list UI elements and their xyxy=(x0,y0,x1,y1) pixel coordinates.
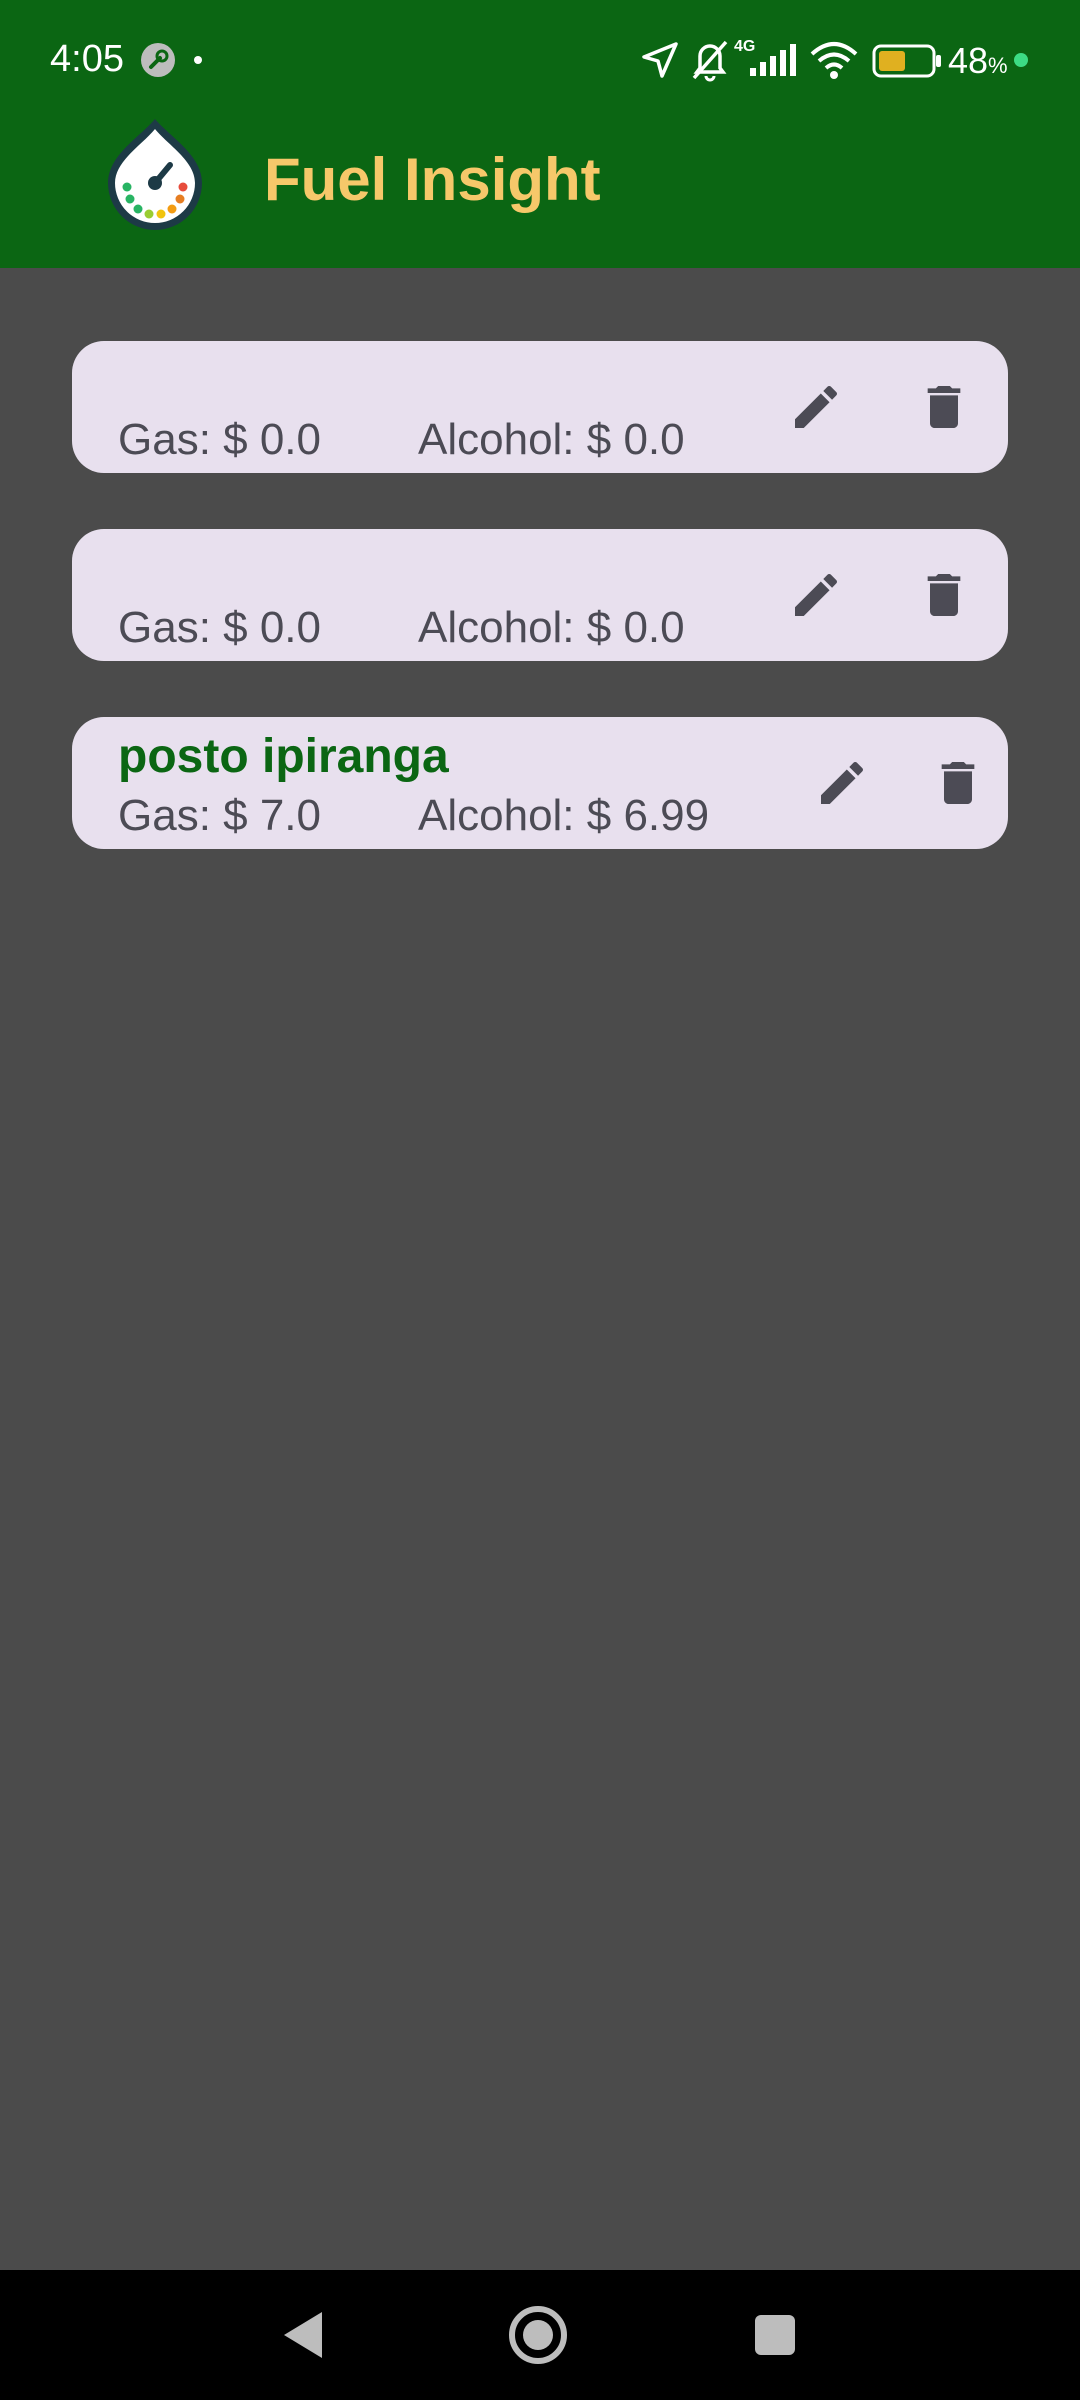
alcohol-price: Alcohol: $ 0.0 xyxy=(418,603,685,652)
station-card[interactable]: Gas: $ 0.0 Alcohol: $ 0.0 xyxy=(72,529,1008,661)
home-button[interactable] xyxy=(503,2300,573,2370)
bell-off-icon xyxy=(692,40,728,82)
app-bar: 4:05 4G 48% Fuel Insight xyxy=(0,0,1080,268)
station-card[interactable]: posto ipiranga Gas: $ 7.0 Alcohol: $ 6.9… xyxy=(72,717,1008,849)
trash-icon xyxy=(927,386,961,428)
gas-price: Gas: $ 0.0 xyxy=(118,603,322,652)
delete-button[interactable] xyxy=(908,371,980,443)
station-card[interactable]: Gas: $ 0.0 Alcohol: $ 0.0 xyxy=(72,341,1008,473)
delete-button[interactable] xyxy=(908,559,980,631)
navigation-bar xyxy=(0,2270,1080,2400)
status-time: 4:05 xyxy=(50,38,124,80)
recents-button[interactable] xyxy=(740,2300,810,2370)
back-button[interactable] xyxy=(268,2300,338,2370)
station-name: posto ipiranga xyxy=(118,730,449,783)
delete-button[interactable] xyxy=(922,747,994,819)
trash-icon xyxy=(927,574,961,616)
gas-price: Gas: $ 7.0 xyxy=(118,791,322,840)
trash-icon xyxy=(941,762,975,804)
pencil-icon xyxy=(795,573,838,616)
home-icon xyxy=(509,2306,567,2364)
status-bar: 4:05 4G 48% xyxy=(0,0,1080,122)
battery-icon xyxy=(872,44,941,78)
recents-icon xyxy=(755,2315,795,2355)
wrench-icon xyxy=(141,43,175,77)
alcohol-price: Alcohol: $ 6.99 xyxy=(418,791,710,840)
signal-icon xyxy=(750,44,796,76)
battery-level: 48% xyxy=(948,40,1008,81)
pencil-icon xyxy=(821,761,864,804)
back-icon xyxy=(284,2312,322,2358)
gas-price: Gas: $ 0.0 xyxy=(118,415,322,464)
notification-dot xyxy=(194,56,202,64)
location-arrow-icon xyxy=(642,42,678,78)
wifi-icon xyxy=(810,42,858,79)
app-title: Fuel Insight xyxy=(264,146,601,213)
pencil-icon xyxy=(795,385,838,428)
edit-button[interactable] xyxy=(780,559,852,631)
edit-button[interactable] xyxy=(780,371,852,443)
privacy-indicator-dot xyxy=(1014,53,1028,67)
edit-button[interactable] xyxy=(806,747,878,819)
fuel-gauge-drop-icon xyxy=(108,119,202,230)
alcohol-price: Alcohol: $ 0.0 xyxy=(418,415,685,464)
